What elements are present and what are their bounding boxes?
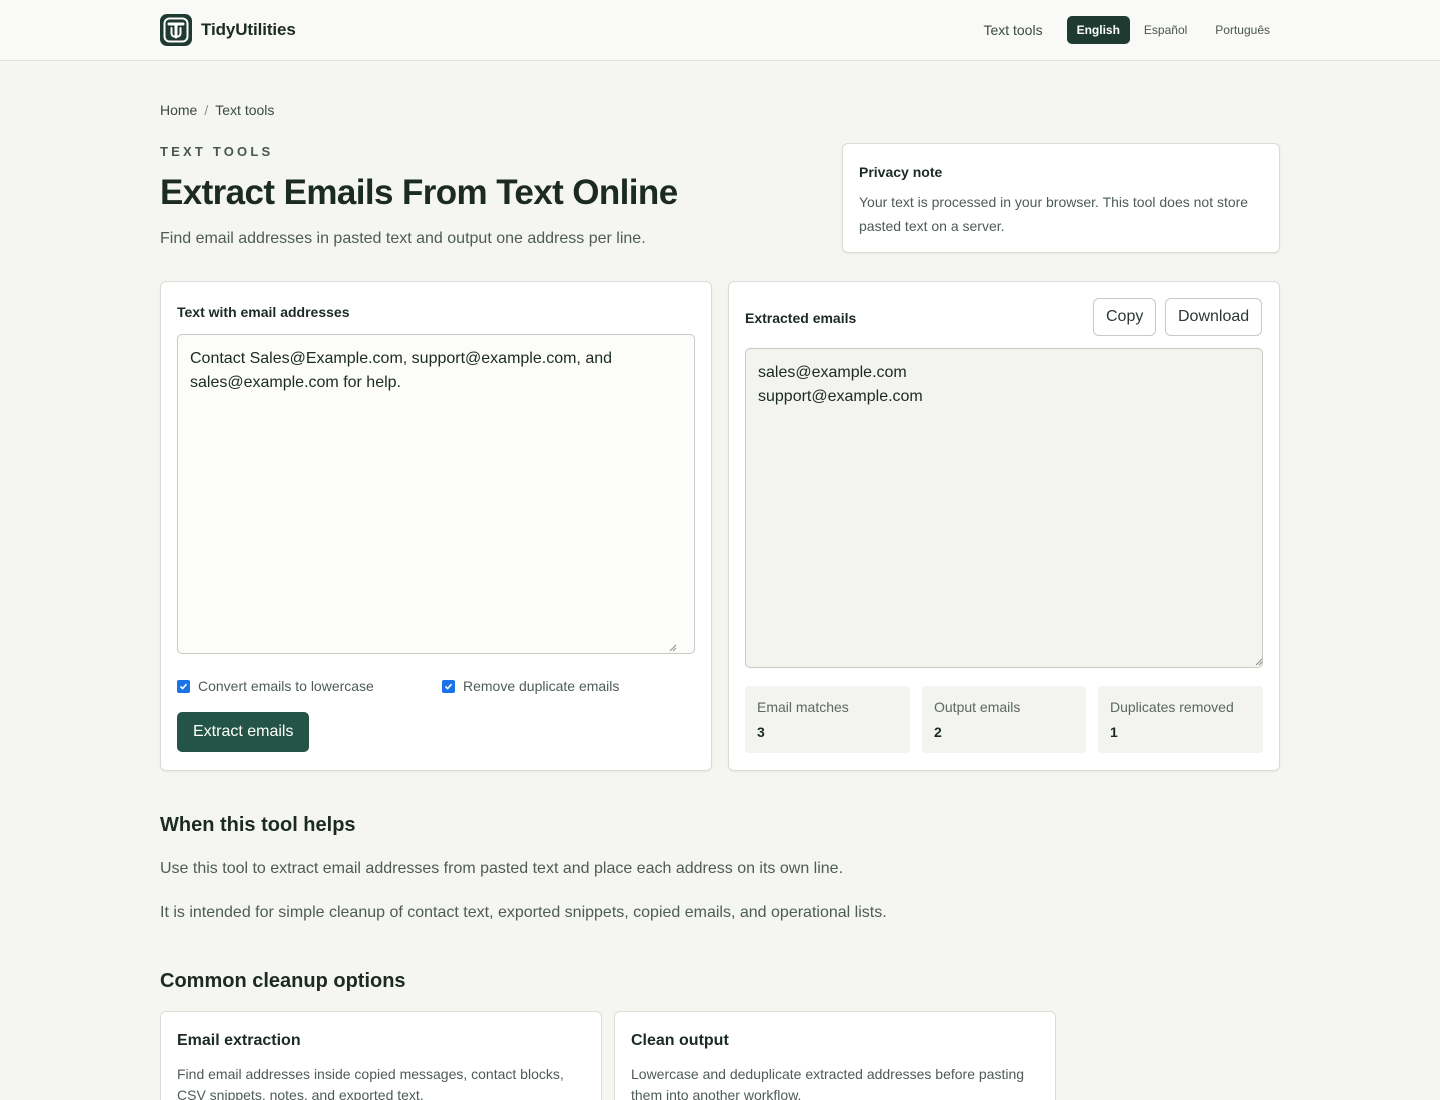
option-card-title: Clean output [631,1032,729,1049]
top-navbar: TidyUtilities Text tools English Español… [0,0,1440,61]
lowercase-option-label: Convert emails to lowercase [198,678,374,694]
option-card-title: Email extraction [177,1032,301,1049]
stat-label: Duplicates removed [1110,699,1234,715]
top-nav: Text tools English Español Português [983,16,1280,44]
input-panel: Text with email addresses Contact Sales@… [160,281,712,771]
breadcrumb: Home / Text tools [160,102,274,118]
input-label: Text with email addresses [177,304,350,320]
stat-value: 1 [1110,724,1118,740]
email-text-input[interactable]: Contact Sales@Example.com, support@examp… [177,334,695,654]
stat-value: 2 [934,724,942,740]
dedupe-checkbox[interactable] [442,679,455,693]
option-card-body: Lowercase and deduplicate extracted addr… [631,1066,1025,1100]
breadcrumb-current[interactable]: Text tools [215,102,274,118]
option-card-email-extraction: Email extraction Find email addresses in… [160,1011,602,1100]
page-title: Extract Emails From Text Online [160,173,678,212]
nav-link-text-tools[interactable]: Text tools [983,22,1042,38]
privacy-note: Privacy note Your text is processed in y… [842,143,1280,253]
option-card-body: Find email addresses inside copied messa… [177,1066,564,1100]
help-paragraph: Use this tool to extract email addresses… [160,860,844,877]
output-label: Extracted emails [745,310,857,326]
options-heading: Common cleanup options [160,970,406,992]
lowercase-option[interactable]: Convert emails to lowercase [177,678,374,694]
stat-label: Output emails [934,699,1021,715]
lowercase-checkbox[interactable] [177,679,190,693]
extracted-emails-output[interactable]: sales@example.com support@example.com [745,348,1263,668]
logo-icon [160,14,192,46]
language-espanol[interactable]: Español [1134,16,1197,44]
copy-button[interactable]: Copy [1093,298,1157,336]
breadcrumb-home[interactable]: Home [160,102,197,118]
stat-value: 3 [757,724,765,740]
dedupe-option[interactable]: Remove duplicate emails [442,678,619,694]
dedupe-option-label: Remove duplicate emails [463,678,620,694]
option-card-clean-output: Clean output Lowercase and deduplicate e… [614,1011,1056,1100]
brand-link[interactable]: TidyUtilities [160,14,296,46]
privacy-note-title: Privacy note [859,164,943,180]
privacy-note-body: Your text is processed in your browser. … [859,194,1249,234]
page-eyebrow: TEXT TOOLS [160,144,274,159]
stat-output-emails: Output emails 2 [922,686,1086,753]
page-subtitle: Find email addresses in pasted text and … [160,230,646,247]
language-english[interactable]: English [1066,16,1130,44]
breadcrumb-separator: / [204,102,209,118]
extract-emails-button[interactable]: Extract emails [177,712,310,752]
output-panel: Extracted emails Copy Download sales@exa… [728,281,1280,771]
help-paragraph: It is intended for simple cleanup of con… [160,904,887,921]
stat-email-matches: Email matches 3 [745,686,910,753]
stat-duplicates-removed: Duplicates removed 1 [1098,686,1263,753]
language-portugues[interactable]: Português [1205,16,1280,44]
download-button[interactable]: Download [1165,298,1263,336]
help-heading: When this tool helps [160,814,356,836]
resize-handle-icon[interactable] [669,644,677,652]
stat-label: Email matches [757,699,849,715]
resize-handle-icon[interactable] [1255,658,1263,666]
brand-name: TidyUtilities [201,20,296,39]
